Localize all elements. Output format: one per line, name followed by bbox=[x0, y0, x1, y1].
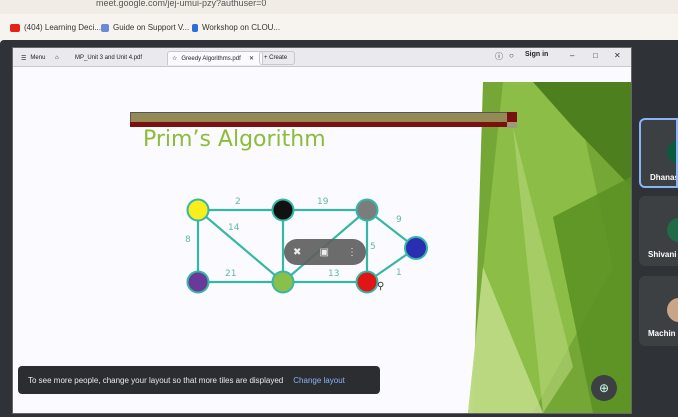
shared-screen: ☰ Menu ⌂ MP_Unit 3 and Unit 4.pdf ☆ Gree… bbox=[12, 47, 632, 414]
minimize-icon[interactable]: – bbox=[570, 51, 574, 60]
magnifier-cursor-icon: ⚲ bbox=[377, 281, 384, 292]
avatar bbox=[667, 298, 678, 322]
address-bar[interactable]: meet.google.com/jej-umui-pzy?authuser=0 bbox=[0, 0, 678, 14]
graph-node bbox=[355, 198, 379, 222]
zoom-icon[interactable]: ⊕ bbox=[591, 375, 617, 401]
bookmark-item[interactable]: Guide on Support V... bbox=[101, 23, 189, 32]
pen-icon bbox=[192, 23, 198, 32]
pin-off-icon[interactable]: ✖ bbox=[293, 247, 301, 258]
tab-mp-unit[interactable]: MP_Unit 3 and Unit 4.pdf bbox=[71, 51, 166, 65]
chart-icon bbox=[101, 23, 109, 32]
participant-tile[interactable]: Dhanas bbox=[639, 118, 678, 188]
slide: Prim’s Algorithm 2 19 9 14 8 5 21 13 1 ⚲… bbox=[13, 67, 631, 413]
avatar bbox=[667, 218, 678, 242]
create-button[interactable]: + Create bbox=[259, 51, 295, 65]
graph-node bbox=[186, 270, 210, 294]
avatar bbox=[667, 140, 676, 164]
edge-weight: 1 bbox=[396, 268, 402, 278]
home-icon: ⌂ bbox=[55, 55, 59, 61]
participant-tile[interactable]: Shivani bbox=[639, 196, 678, 266]
graph-node bbox=[404, 236, 428, 260]
graph-edge bbox=[197, 209, 284, 283]
edge-weight: 8 bbox=[185, 235, 191, 245]
url-text[interactable]: meet.google.com/jej-umui-pzy?authuser=0 bbox=[96, 0, 266, 8]
maximize-icon[interactable]: □ bbox=[593, 51, 598, 60]
home-button[interactable]: ⌂ bbox=[51, 51, 63, 65]
youtube-icon bbox=[10, 23, 20, 32]
edge-weight: 19 bbox=[317, 197, 329, 207]
close-icon: ✕ bbox=[249, 55, 255, 62]
participant-name: Dhanas bbox=[650, 173, 678, 182]
edge-weight: 14 bbox=[228, 223, 240, 233]
toast-message: To see more people, change your layout s… bbox=[28, 375, 284, 385]
more-options-icon[interactable]: ⋮ bbox=[347, 247, 357, 258]
edge-weight: 13 bbox=[328, 269, 339, 279]
menu-label: Menu bbox=[30, 55, 46, 61]
participant-tile[interactable]: Machin bbox=[639, 276, 678, 346]
layout-toast: To see more people, change your layout s… bbox=[18, 366, 380, 394]
close-tab-button[interactable]: ✕ bbox=[245, 51, 258, 65]
change-layout-button[interactable]: Change layout bbox=[293, 376, 345, 385]
bell-icon[interactable]: ○ bbox=[509, 51, 514, 60]
bookmark-item[interactable]: Workshop on CLOU... bbox=[192, 23, 280, 32]
tab-label: Greedy Algorithms.pdf bbox=[181, 55, 241, 62]
edge-weight: 9 bbox=[396, 215, 402, 225]
menu-button[interactable]: ☰ Menu bbox=[17, 51, 49, 65]
sign-in-button[interactable]: Sign in bbox=[525, 51, 548, 58]
fullscreen-off-icon[interactable]: ▣ bbox=[319, 247, 328, 258]
create-label: + Create bbox=[264, 55, 288, 61]
close-window-icon[interactable]: ✕ bbox=[614, 51, 621, 60]
tab-label: MP_Unit 3 and Unit 4.pdf bbox=[75, 55, 143, 61]
bookmark-item[interactable]: (404) Learning Deci... bbox=[10, 23, 101, 32]
bookmarks-bar: (404) Learning Deci... Guide on Support … bbox=[0, 14, 678, 43]
graph-node bbox=[271, 270, 295, 294]
participant-name: Shivani bbox=[648, 250, 677, 259]
graph-node bbox=[186, 198, 210, 222]
edge-weight: 21 bbox=[225, 269, 236, 279]
edge-weight: 2 bbox=[235, 197, 241, 207]
edge-weight: 5 bbox=[370, 242, 376, 252]
hamburger-icon: ☰ bbox=[21, 55, 27, 62]
viewer-tab-bar: ☰ Menu ⌂ MP_Unit 3 and Unit 4.pdf ☆ Gree… bbox=[13, 48, 631, 67]
graph-node bbox=[355, 270, 379, 294]
star-icon: ☆ bbox=[172, 56, 178, 62]
participant-name: Machin bbox=[648, 329, 676, 338]
help-icon[interactable]: ⓘ bbox=[495, 51, 503, 62]
bookmark-label: (404) Learning Deci... bbox=[24, 23, 101, 32]
bookmark-label: Workshop on CLOU... bbox=[202, 23, 281, 32]
graph-node bbox=[271, 198, 295, 222]
bookmark-label: Guide on Support V... bbox=[113, 23, 190, 32]
tile-controls: ✖ ▣ ⋮ bbox=[284, 239, 366, 265]
